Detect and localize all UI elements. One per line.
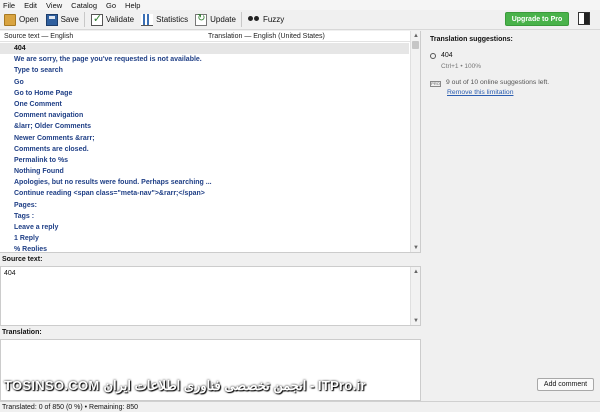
toolbar-separator xyxy=(240,12,242,27)
update-button[interactable]: Update xyxy=(192,11,239,29)
scroll-up-icon[interactable]: ▲ xyxy=(411,31,421,40)
list-item[interactable]: Apologies, but no results were found. Pe… xyxy=(0,177,409,188)
source-scrollbar[interactable]: ▲ ▼ xyxy=(410,267,420,325)
translation-label: Translation: xyxy=(2,329,42,336)
list-item[interactable]: Pages: xyxy=(0,200,409,211)
list-item[interactable]: One Comment xyxy=(0,99,409,110)
glasses-icon xyxy=(247,14,260,26)
scroll-thumb[interactable] xyxy=(412,41,419,49)
open-button[interactable]: Open xyxy=(1,11,42,29)
list-item[interactable]: Nothing Found xyxy=(0,166,409,177)
menu-view[interactable]: View xyxy=(46,1,62,10)
save-label: Save xyxy=(60,15,79,24)
suggestion-text: 404 xyxy=(441,52,453,59)
menu-bar: File Edit View Catalog Go Help xyxy=(0,0,600,10)
list-item[interactable]: &larr; Older Comments xyxy=(0,121,409,132)
upgrade-to-pro-button[interactable]: Upgrade to Pro xyxy=(505,12,569,26)
list-item[interactable]: 404 xyxy=(0,43,409,55)
save-button[interactable]: Save xyxy=(43,11,82,29)
scroll-up-icon[interactable]: ▲ xyxy=(411,267,421,276)
pro-notice-text: 9 out of 10 online suggestions left. xyxy=(446,79,550,86)
list-header: Source text — English Translation — Engl… xyxy=(0,31,420,42)
menu-edit[interactable]: Edit xyxy=(24,1,37,10)
menu-file[interactable]: File xyxy=(3,1,15,10)
update-label: Update xyxy=(210,15,236,24)
list-item[interactable]: Continue reading <span class="meta-nav">… xyxy=(0,188,409,199)
person-icon xyxy=(430,53,436,59)
watermark: TOSINSO.COM انجمن تخصصی فناوری اطلاعات ا… xyxy=(4,378,366,393)
list-item[interactable]: Type to search xyxy=(0,65,409,76)
source-text-box: 404 ▲ ▼ xyxy=(0,266,421,326)
menu-go[interactable]: Go xyxy=(106,1,116,10)
checkmark-icon xyxy=(90,12,103,26)
list-item[interactable]: Permalink to %s xyxy=(0,155,409,166)
add-comment-button[interactable]: Add comment xyxy=(537,378,594,391)
list-item[interactable]: % Replies xyxy=(0,244,409,251)
list-item[interactable]: We are sorry, the page you've requested … xyxy=(0,54,409,65)
status-text: Translated: 0 of 850 (0 %) • Remaining: … xyxy=(2,403,139,411)
validate-button[interactable]: Validate xyxy=(88,11,137,29)
menu-catalog[interactable]: Catalog xyxy=(71,1,97,10)
suggestions-title: Translation suggestions: xyxy=(430,36,513,43)
string-list: Source text — English Translation — Engl… xyxy=(0,31,421,253)
column-source[interactable]: Source text — English xyxy=(0,33,205,40)
refresh-icon xyxy=(195,13,208,26)
status-bar: Translated: 0 of 850 (0 %) • Remaining: … xyxy=(0,401,600,412)
source-text-value: 404 xyxy=(4,270,16,277)
validate-label: Validate xyxy=(105,15,135,24)
floppy-disk-icon xyxy=(45,13,58,26)
open-label: Open xyxy=(19,15,39,24)
list-item[interactable]: Go to Home Page xyxy=(0,88,409,99)
folder-icon xyxy=(4,13,16,26)
source-text-label: Source text: xyxy=(2,256,43,263)
remove-limitation-link[interactable]: Remove this limitation xyxy=(447,89,513,96)
list-item[interactable]: Comments are closed. xyxy=(0,144,409,155)
statistics-label: Statistics xyxy=(156,15,189,24)
list-item[interactable]: Comment navigation xyxy=(0,110,409,121)
toolbar-separator xyxy=(83,12,85,27)
suggestions-sidebar: Translation suggestions: 404 Ctrl+1 • 10… xyxy=(422,31,600,401)
list-item[interactable]: Newer Comments &rarr; xyxy=(0,133,409,144)
list-item[interactable]: Leave a reply xyxy=(0,222,409,233)
column-translation[interactable]: Translation — English (United States) xyxy=(205,33,325,40)
scroll-down-icon[interactable]: ▼ xyxy=(411,316,421,325)
list-rows: 404 We are sorry, the page you've request… xyxy=(0,43,409,251)
bar-chart-icon xyxy=(141,13,154,26)
list-item[interactable]: Tags : xyxy=(0,211,409,222)
list-item[interactable]: 1 Reply xyxy=(0,233,409,244)
pro-badge: PRO xyxy=(430,81,441,87)
sidebar-toggle-icon[interactable] xyxy=(578,12,590,25)
list-item[interactable]: Go xyxy=(0,77,409,88)
fuzzy-button[interactable]: Fuzzy xyxy=(245,11,287,29)
fuzzy-label: Fuzzy xyxy=(262,15,285,24)
list-scrollbar[interactable]: ▲ ▼ xyxy=(410,31,420,252)
scroll-down-icon[interactable]: ▼ xyxy=(411,243,421,252)
menu-help[interactable]: Help xyxy=(125,1,140,10)
suggestion-meta: Ctrl+1 • 100% xyxy=(441,63,482,70)
statistics-button[interactable]: Statistics xyxy=(138,11,191,29)
